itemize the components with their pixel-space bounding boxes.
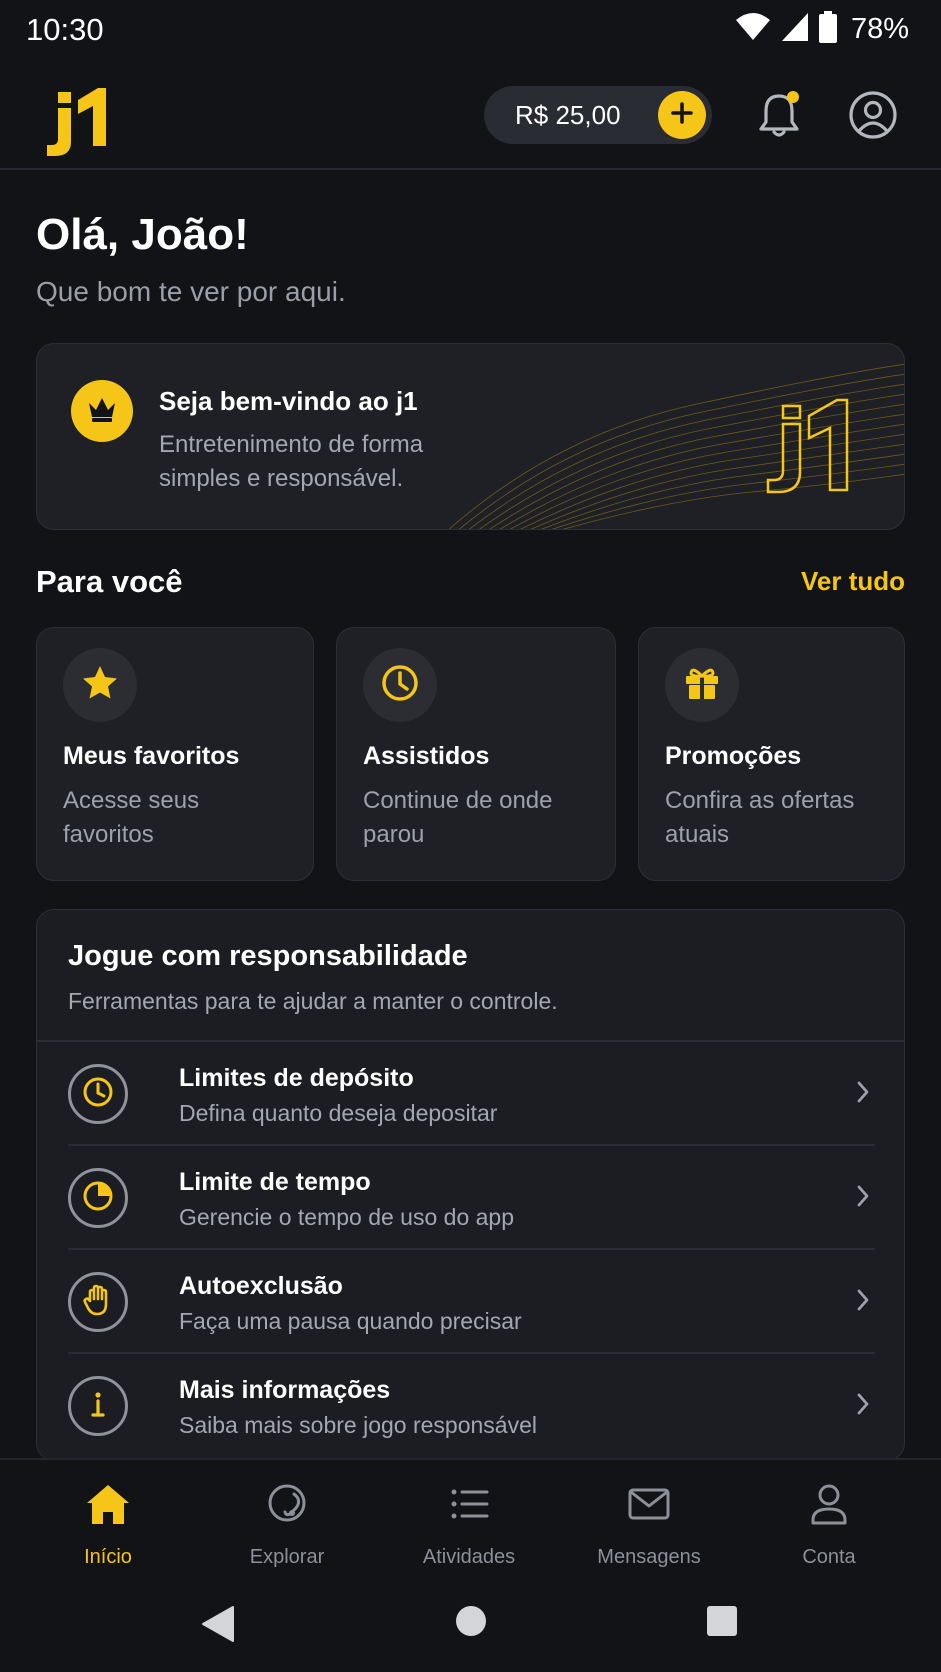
nav-item-mensagens[interactable]: Mensagens (564, 1460, 734, 1578)
plus-icon (671, 101, 693, 129)
more-info-icon-ring (68, 1376, 128, 1436)
gift-icon (682, 663, 722, 708)
hand-stop-icon (80, 1282, 116, 1323)
balance-pill[interactable]: R$ 25,00 (484, 86, 712, 144)
time-limit-icon-ring (68, 1168, 128, 1228)
nav-label-conta: Conta (802, 1546, 856, 1568)
crown-badge (71, 380, 133, 442)
nav-label-explorar: Explorar (249, 1546, 325, 1568)
chevron-right-icon (856, 1392, 870, 1421)
chevron-right-icon (856, 1184, 870, 1213)
self-exclusion-description: Faça uma pausa quando precisar (179, 1308, 522, 1334)
deposit-limits-row[interactable]: Limites de depósito Defina quanto deseja… (37, 1042, 904, 1146)
favorites-title: Meus favoritos (63, 742, 240, 770)
nav-item-atividades[interactable]: Atividades (384, 1460, 554, 1578)
watched-description: Continue de onde parou (363, 787, 553, 848)
watched-icon-badge (363, 648, 437, 722)
more-info-description: Saiba mais sobre jogo responsável (179, 1412, 537, 1438)
for-you-title: Para você (36, 564, 183, 599)
welcome-title: Seja bem-vindo ao j1 (159, 386, 418, 416)
favorites-description: Acesse seus favoritos (63, 787, 200, 848)
more-info-title: Mais informações (179, 1376, 391, 1404)
signal-icon (781, 12, 809, 47)
responsible-gaming-subtitle: Ferramentas para te ajudar a manter o co… (68, 988, 558, 1014)
balance-amount: R$ 25,00 (515, 100, 621, 130)
welcome-banner[interactable]: Seja bem-vindo ao j1 Entretenimento de f… (36, 343, 905, 530)
clock-icon (380, 663, 420, 708)
welcome-description: Entretenimento de forma simples e respon… (159, 431, 424, 492)
promotions-icon-badge (665, 648, 739, 722)
star-icon (80, 663, 120, 708)
nav-item-conta[interactable]: Conta (744, 1460, 914, 1578)
status-icons: 78% (735, 10, 909, 48)
banner-logo-outline (766, 398, 849, 494)
time-limit-title: Limite de tempo (179, 1168, 371, 1196)
info-icon (80, 1386, 116, 1427)
nav-label-mensagens: Mensagens (597, 1546, 701, 1568)
deposit-limits-description: Defina quanto deseja depositar (179, 1100, 498, 1126)
home-icon (84, 1482, 132, 1531)
battery-icon (818, 10, 837, 48)
time-limit-description: Gerencie o tempo de uso do app (179, 1204, 515, 1230)
chevron-right-icon (856, 1288, 870, 1317)
banner-wave-art (448, 363, 904, 529)
list-icon (447, 1482, 491, 1531)
more-info-row[interactable]: Mais informações Saiba mais sobre jogo r… (37, 1354, 904, 1458)
timer-icon (80, 1178, 116, 1219)
nav-item-inicio[interactable]: Início (23, 1460, 193, 1578)
favorites-card[interactable]: Meus favoritos Acesse seus favoritos (36, 627, 314, 881)
deposit-limits-title: Limites de depósito (179, 1064, 414, 1092)
self-exclusion-icon-ring (68, 1272, 128, 1332)
responsible-gaming-card: Jogue com responsabilidade Ferramentas p… (36, 909, 905, 1461)
self-exclusion-title: Autoexclusão (179, 1272, 343, 1300)
status-time: 10:30 (26, 12, 104, 47)
user-circle-icon (846, 91, 900, 146)
watched-title: Assistidos (363, 742, 490, 770)
explore-icon (265, 1482, 309, 1531)
back-icon[interactable] (200, 1604, 236, 1649)
profile-button[interactable] (846, 88, 900, 142)
chevron-right-icon (856, 1080, 870, 1109)
watched-card[interactable]: Assistidos Continue de onde parou (336, 627, 616, 881)
nav-label-inicio: Início (84, 1546, 132, 1568)
app-logo[interactable] (44, 86, 106, 161)
wifi-icon (735, 12, 771, 47)
deposit-limits-icon-ring (68, 1064, 128, 1124)
app-header: R$ 25,00 (0, 70, 941, 170)
nav-label-atividades: Atividades (422, 1546, 516, 1568)
bell-icon (752, 91, 806, 146)
home-button-icon[interactable] (454, 1604, 488, 1643)
promotions-title: Promoções (665, 742, 802, 770)
crown-icon (86, 395, 118, 428)
system-nav-bar (0, 1578, 941, 1672)
battery-percentage: 78% (850, 12, 909, 45)
add-funds-button[interactable] (658, 91, 706, 139)
deposit-clock-icon (80, 1074, 116, 1115)
time-limit-row[interactable]: Limite de tempo Gerencie o tempo de uso … (37, 1146, 904, 1250)
notifications-button[interactable] (752, 88, 806, 142)
see-all-link[interactable]: Ver tudo (801, 566, 905, 597)
self-exclusion-row[interactable]: Autoexclusão Faça uma pausa quando preci… (37, 1250, 904, 1354)
app-screen: 10:30 78% R$ 25,00 Olá, João! Que bom te… (0, 0, 941, 1672)
bottom-nav: Início Explorar Atividades Mensagens Con… (0, 1458, 941, 1578)
greeting-title: Olá, João! (36, 210, 249, 259)
user-icon (807, 1482, 851, 1531)
promotions-card[interactable]: Promoções Confira as ofertas atuais (638, 627, 905, 881)
responsible-gaming-title: Jogue com responsabilidade (68, 940, 468, 972)
greeting-subtitle: Que bom te ver por aqui. (36, 276, 346, 307)
favorites-icon-badge (63, 648, 137, 722)
nav-item-explorar[interactable]: Explorar (202, 1460, 372, 1578)
mail-icon (627, 1482, 671, 1531)
status-bar: 10:30 78% (0, 0, 941, 60)
recents-icon[interactable] (705, 1604, 739, 1643)
promotions-description: Confira as ofertas atuais (665, 787, 855, 848)
